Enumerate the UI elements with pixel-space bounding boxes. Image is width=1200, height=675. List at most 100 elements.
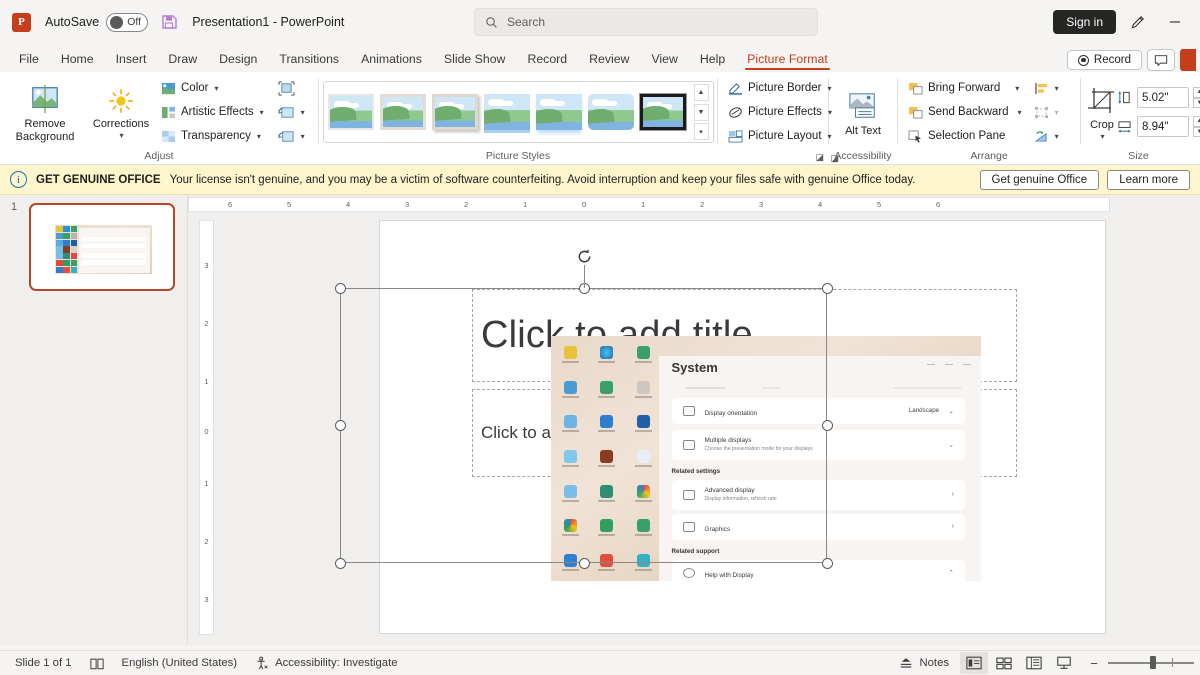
language-status[interactable]: English (United States)	[113, 652, 247, 674]
tab-insert[interactable]: Insert	[105, 49, 158, 72]
chevron-down-icon: ▾	[1054, 131, 1059, 141]
autosave-control[interactable]: AutoSave Off	[45, 12, 149, 32]
save-icon[interactable]	[160, 13, 178, 31]
resize-handle-middle-right[interactable]	[822, 420, 833, 431]
transparency-button[interactable]: Transparency ▾	[157, 124, 268, 148]
chevron-down-icon: ▾	[300, 107, 305, 117]
height-spinner[interactable]: ▲ ▼	[1193, 87, 1200, 108]
tab-transitions[interactable]: Transitions	[268, 49, 350, 72]
change-picture-button[interactable]: ▾	[274, 100, 309, 124]
rotate-objects-icon	[1034, 130, 1047, 142]
resize-handle-top-left[interactable]	[335, 283, 346, 294]
width-spinner[interactable]: ▲ ▼	[1193, 116, 1200, 137]
height-down-icon[interactable]: ▼	[1193, 97, 1200, 108]
tab-view[interactable]: View	[640, 49, 688, 72]
zoom-out-button[interactable]: −	[1088, 656, 1100, 671]
reading-view-button[interactable]	[1020, 652, 1048, 674]
color-button[interactable]: Color ▾	[157, 76, 268, 100]
horizontal-ruler[interactable]: 6 5 4 3 2 1 0 1 2 3 4 5 6	[188, 197, 1110, 212]
corrections-button[interactable]: Corrections ▾	[85, 84, 157, 140]
artistic-effects-button[interactable]: Artistic Effects ▾	[157, 100, 268, 124]
picture-style-0[interactable]	[327, 94, 374, 130]
tab-picture-format[interactable]: Picture Format	[736, 49, 839, 72]
shape-width-value[interactable]: 8.94"	[1137, 116, 1189, 137]
record-button[interactable]: Record	[1066, 50, 1142, 70]
crop-button[interactable]: Crop ▾	[1087, 83, 1117, 141]
send-backward-button[interactable]: Send Backward ▾	[904, 100, 1026, 124]
notes-page-icon[interactable]	[81, 652, 113, 674]
tab-review[interactable]: Review	[578, 49, 640, 72]
language-label: English (United States)	[121, 657, 238, 669]
chevron-down-icon[interactable]: ▼	[693, 103, 709, 121]
selection-pane-button[interactable]: Selection Pane	[904, 124, 1026, 148]
sign-in-button[interactable]: Sign in	[1053, 10, 1116, 34]
shape-width-field[interactable]: 8.94" ▲ ▼	[1117, 115, 1200, 139]
compress-pictures-button[interactable]	[274, 76, 309, 100]
picture-style-3[interactable]	[483, 94, 530, 130]
resize-handle-middle-left[interactable]	[335, 420, 346, 431]
group-objects-button[interactable]: ▾	[1030, 100, 1063, 124]
resize-handle-bottom-left[interactable]	[335, 558, 346, 569]
share-button[interactable]	[1180, 49, 1196, 71]
tab-home[interactable]: Home	[50, 49, 105, 72]
resize-handle-bottom-right[interactable]	[822, 558, 833, 569]
tab-slide-show[interactable]: Slide Show	[433, 49, 517, 72]
vertical-ruler[interactable]: 3 2 1 0 1 2 3	[199, 220, 214, 635]
slide-count[interactable]: Slide 1 of 1	[6, 652, 81, 674]
minimize-icon[interactable]	[1158, 8, 1192, 36]
reset-picture-button[interactable]: ▾	[274, 124, 309, 148]
picture-style-5[interactable]	[587, 94, 634, 130]
tab-animations[interactable]: Animations	[350, 49, 433, 72]
vruler-tick-3B: 3	[204, 595, 209, 604]
align-objects-button[interactable]: ▾	[1030, 76, 1063, 100]
gallery-more-icon[interactable]: ▾	[693, 123, 709, 140]
width-down-icon[interactable]: ▼	[1193, 126, 1200, 137]
bring-forward-button[interactable]: Bring Forward ▾	[904, 76, 1026, 100]
height-up-icon[interactable]: ▲	[1193, 87, 1200, 98]
picture-style-4[interactable]	[535, 94, 582, 130]
picture-selection-frame[interactable]	[335, 283, 833, 569]
zoom-control[interactable]: −	[1088, 656, 1194, 671]
picture-layout-button[interactable]: Picture Layout ▾	[724, 124, 836, 148]
tab-file[interactable]: File	[8, 49, 50, 72]
tab-help[interactable]: Help	[689, 49, 736, 72]
shape-height-value[interactable]: 5.02"	[1137, 87, 1189, 108]
chevron-up-icon[interactable]: ▲	[693, 84, 709, 101]
zoom-slider-track[interactable]	[1108, 656, 1194, 670]
autosave-toggle[interactable]: Off	[106, 12, 149, 32]
rotate-handle[interactable]	[576, 248, 593, 265]
remove-background-button[interactable]: Remove Background	[6, 80, 84, 144]
comments-button[interactable]	[1147, 49, 1175, 71]
picture-styles-gallery[interactable]: ▲ ▼ ▾	[322, 81, 714, 143]
slide-thumbnail-1[interactable]	[29, 203, 175, 291]
picture-style-6-selected[interactable]	[638, 93, 687, 131]
zoom-slider-thumb[interactable]	[1150, 656, 1156, 670]
picture-styles-dialog-launcher[interactable]: ◪	[815, 152, 824, 163]
row-value: Landscape	[908, 407, 940, 415]
resize-handle-bottom-center[interactable]	[579, 558, 590, 569]
tab-record[interactable]: Record	[516, 49, 578, 72]
resize-handle-top-right[interactable]	[822, 283, 833, 294]
normal-view-button[interactable]	[960, 652, 988, 674]
slide-show-view-button[interactable]	[1050, 652, 1078, 674]
accessibility-dialog-launcher[interactable]: ◪	[830, 153, 839, 164]
tab-design[interactable]: Design	[208, 49, 268, 72]
tab-draw[interactable]: Draw	[157, 49, 208, 72]
pen-icon[interactable]	[1120, 8, 1154, 36]
picture-style-1[interactable]	[379, 94, 426, 130]
accessibility-status[interactable]: Accessibility: Investigate	[246, 652, 406, 674]
picture-style-2[interactable]	[431, 94, 478, 130]
picture-effects-button[interactable]: Picture Effects ▾	[724, 100, 836, 124]
slide-sorter-view-button[interactable]	[990, 652, 1018, 674]
width-up-icon[interactable]: ▲	[1193, 116, 1200, 127]
get-genuine-office-button[interactable]: Get genuine Office	[979, 169, 1100, 190]
notes-button[interactable]: Notes	[890, 652, 958, 674]
picture-border-button[interactable]: Picture Border ▾	[724, 76, 836, 100]
learn-more-button[interactable]: Learn more	[1107, 169, 1190, 190]
chevron-down-icon: ⌄	[948, 441, 954, 449]
alt-text-button[interactable]: Alt Text	[835, 87, 891, 138]
rotate-objects-button[interactable]: ▾	[1030, 124, 1063, 148]
size-group-label: Size	[1128, 150, 1149, 162]
search-box[interactable]: Search	[474, 8, 818, 36]
shape-height-field[interactable]: 5.02" ▲ ▼	[1117, 86, 1200, 110]
